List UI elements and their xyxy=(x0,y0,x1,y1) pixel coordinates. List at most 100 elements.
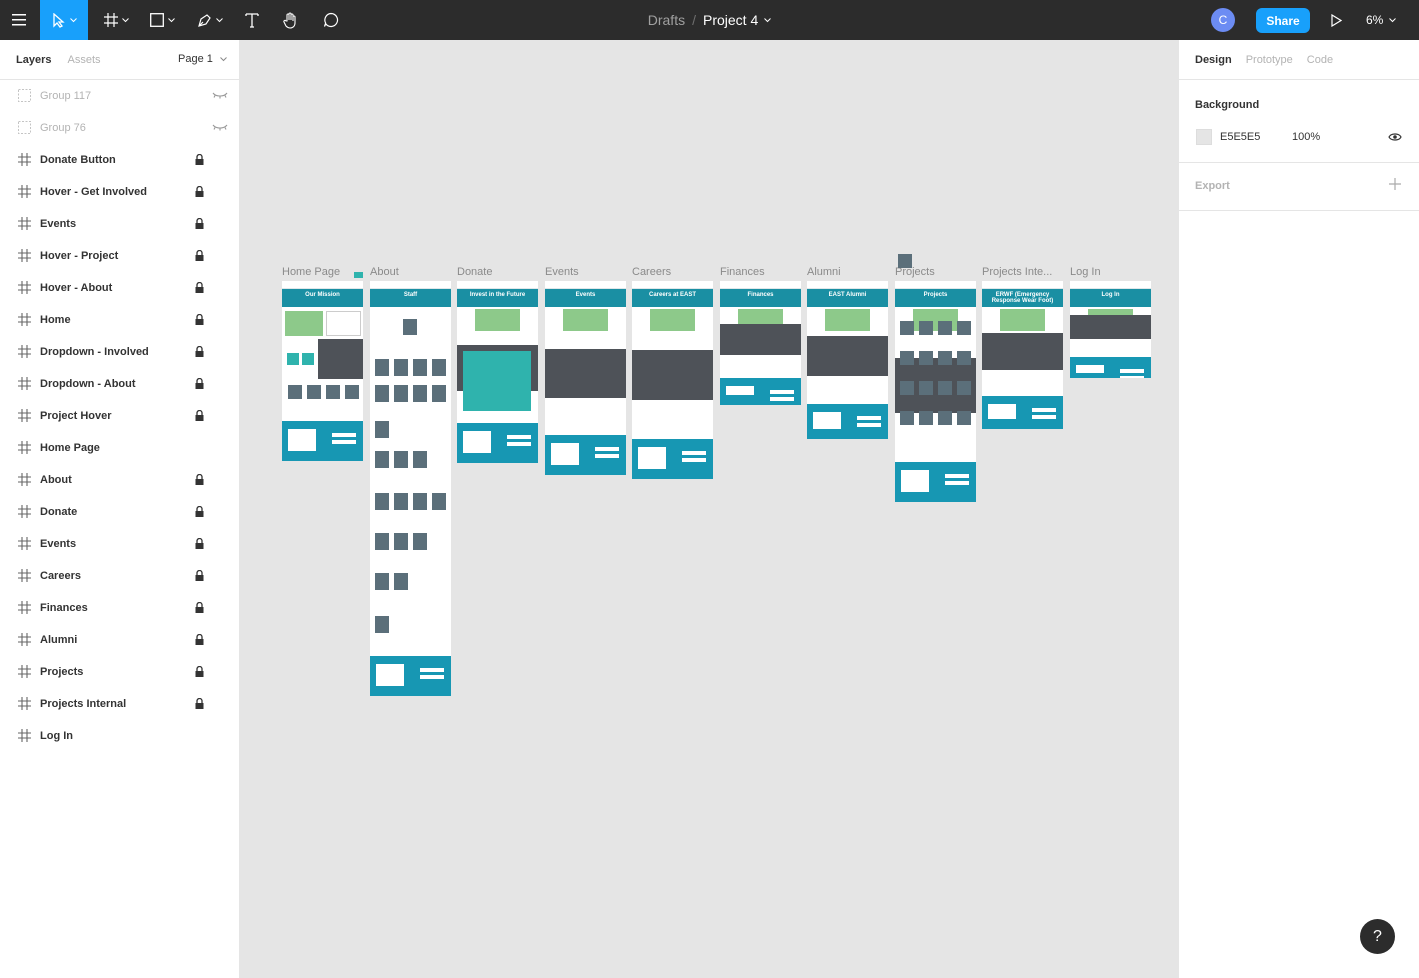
frame-hero-title: Staff xyxy=(403,292,418,298)
frame-label[interactable]: About xyxy=(370,266,399,278)
lock-icon[interactable] xyxy=(195,186,204,197)
layer-row[interactable]: Hover - Get Involved xyxy=(0,176,240,208)
staff-photo xyxy=(394,573,408,590)
frame-thumbnail[interactable]: Our Mission xyxy=(282,281,363,461)
tab-code[interactable]: Code xyxy=(1307,54,1333,66)
layer-row[interactable]: Dropdown - Involved xyxy=(0,336,240,368)
tab-prototype[interactable]: Prototype xyxy=(1246,54,1293,66)
eye-hidden-icon[interactable] xyxy=(212,123,228,132)
layer-row[interactable]: Alumni xyxy=(0,624,240,656)
chevron-down-icon[interactable] xyxy=(764,17,772,23)
lock-icon[interactable] xyxy=(195,410,204,421)
frame-thumbnail[interactable]: Staff xyxy=(370,281,451,696)
lock-icon[interactable] xyxy=(195,282,204,293)
help-button[interactable]: ? xyxy=(1360,919,1395,954)
lock-icon[interactable] xyxy=(195,570,204,581)
frame-label[interactable]: Log In xyxy=(1070,266,1101,278)
lock-icon[interactable] xyxy=(195,506,204,517)
footer-input xyxy=(945,474,969,478)
lock-icon[interactable] xyxy=(195,602,204,613)
layer-row[interactable]: Projects Internal xyxy=(0,688,240,720)
frame-label[interactable]: Events xyxy=(545,266,579,278)
hand-tool-button[interactable] xyxy=(276,0,306,40)
photo xyxy=(900,351,914,365)
frame-thumbnail[interactable]: Events xyxy=(545,281,626,475)
frame-thumbnail[interactable]: Finances xyxy=(720,281,801,405)
layer-row[interactable]: Dropdown - About xyxy=(0,368,240,400)
tab-design[interactable]: Design xyxy=(1195,54,1232,66)
zoom-dropdown[interactable]: 6% xyxy=(1366,0,1397,40)
layer-row[interactable]: Project Hover xyxy=(0,400,240,432)
lock-icon[interactable] xyxy=(195,666,204,677)
eye-icon[interactable] xyxy=(1388,132,1402,142)
lock-icon[interactable] xyxy=(195,698,204,709)
background-opacity-input[interactable]: 100% xyxy=(1292,131,1320,143)
layer-row[interactable]: Home xyxy=(0,304,240,336)
lock-icon[interactable] xyxy=(195,346,204,357)
lock-icon[interactable] xyxy=(195,538,204,549)
block xyxy=(1070,315,1151,339)
lock-icon[interactable] xyxy=(195,634,204,645)
layer-row[interactable]: Home Page xyxy=(0,432,240,464)
floating-element[interactable] xyxy=(354,272,363,278)
frame-label[interactable]: Projects Inte... xyxy=(982,266,1052,278)
text-tool-button[interactable] xyxy=(238,0,266,40)
frame-thumbnail[interactable]: Projects xyxy=(895,281,976,502)
user-avatar[interactable]: C xyxy=(1211,8,1235,32)
background-hex-input[interactable]: E5E5E5 xyxy=(1220,131,1260,143)
layer-row[interactable]: Group 117 xyxy=(0,80,240,112)
layer-row[interactable]: Donate Button xyxy=(0,144,240,176)
layer-row[interactable]: Finances xyxy=(0,592,240,624)
layer-row[interactable]: Projects xyxy=(0,656,240,688)
layer-row[interactable]: Careers xyxy=(0,560,240,592)
frame-hero-title: Careers at EAST xyxy=(648,292,697,298)
project-name[interactable]: Project 4 xyxy=(703,12,758,28)
frame-thumbnail[interactable]: ERWF (Emergency Response Wear Foot) xyxy=(982,281,1063,429)
frame-label[interactable]: Home Page xyxy=(282,266,340,278)
lock-icon[interactable] xyxy=(195,218,204,229)
frame-thumbnail[interactable]: Careers at EAST xyxy=(632,281,713,479)
page-selector[interactable]: Page 1 xyxy=(178,53,227,65)
pen-tool-button[interactable] xyxy=(190,0,230,40)
comment-tool-button[interactable] xyxy=(316,0,346,40)
frame-thumbnail[interactable]: Invest in the Future xyxy=(457,281,538,463)
tab-assets[interactable]: Assets xyxy=(67,54,100,66)
present-button[interactable] xyxy=(1322,0,1350,40)
frame-icon xyxy=(18,217,31,230)
block xyxy=(982,333,1063,370)
lock-icon[interactable] xyxy=(195,154,204,165)
layer-name: About xyxy=(40,474,72,486)
eye-hidden-icon[interactable] xyxy=(212,91,228,100)
lock-icon[interactable] xyxy=(195,378,204,389)
frame-label[interactable]: Donate xyxy=(457,266,492,278)
share-button[interactable]: Share xyxy=(1256,8,1310,33)
tab-layers[interactable]: Layers xyxy=(16,54,51,66)
staff-photo xyxy=(375,451,389,468)
chevron-down-icon xyxy=(167,17,175,22)
frame-tool-button[interactable] xyxy=(96,0,136,40)
layer-row[interactable]: Hover - About xyxy=(0,272,240,304)
layer-row[interactable]: Events xyxy=(0,528,240,560)
frame-label[interactable]: Finances xyxy=(720,266,765,278)
layer-row[interactable]: Donate xyxy=(0,496,240,528)
frame-label[interactable]: Careers xyxy=(632,266,671,278)
background-color-swatch[interactable] xyxy=(1196,129,1212,145)
breadcrumb-drafts[interactable]: Drafts xyxy=(648,12,685,28)
layer-row[interactable]: Hover - Project xyxy=(0,240,240,272)
move-tool-button[interactable] xyxy=(40,0,88,40)
add-export-icon[interactable] xyxy=(1389,178,1401,190)
layer-row[interactable]: Events xyxy=(0,208,240,240)
layer-row[interactable]: About xyxy=(0,464,240,496)
lock-icon[interactable] xyxy=(195,474,204,485)
frame-thumbnail[interactable]: Log In xyxy=(1070,281,1151,378)
canvas[interactable]: Home Page Our Mission About Staff Donate Inve… xyxy=(240,40,1178,978)
frame-label[interactable]: Alumni xyxy=(807,266,841,278)
lock-icon[interactable] xyxy=(195,250,204,261)
main-menu-button[interactable] xyxy=(0,0,40,40)
floating-element[interactable] xyxy=(898,254,912,268)
layer-row[interactable]: Log In xyxy=(0,720,240,752)
lock-icon[interactable] xyxy=(195,314,204,325)
shape-tool-button[interactable] xyxy=(142,0,182,40)
layer-row[interactable]: Group 76 xyxy=(0,112,240,144)
frame-thumbnail[interactable]: EAST Alumni xyxy=(807,281,888,439)
